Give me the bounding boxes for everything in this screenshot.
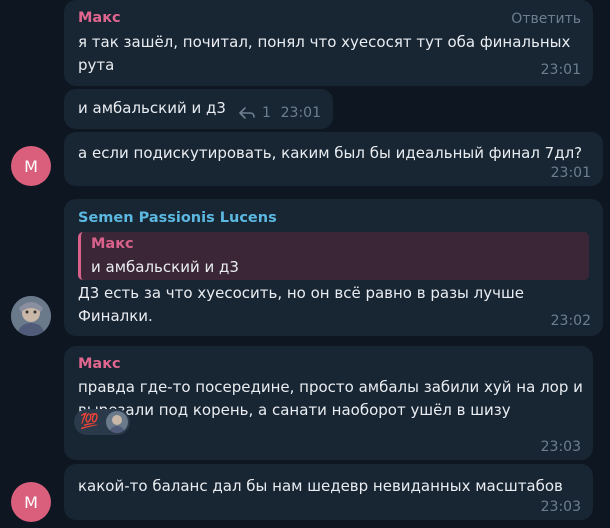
quote-sender: Макс [91, 236, 134, 252]
message-text-line-1: Д3 есть за что хуесосить, но он всё равн… [78, 284, 524, 302]
reaction[interactable]: 💯 [74, 409, 130, 435]
message-time: 23:01 [540, 62, 581, 78]
avatar[interactable]: M [11, 482, 51, 522]
message-text: а если подискутировать, каким был бы иде… [78, 144, 583, 162]
reply-button[interactable]: Ответить [511, 11, 581, 27]
message-bubble-6[interactable]: какой-то баланс дал бы нам шедевр невида… [64, 464, 593, 520]
sender-name[interactable]: Макс [78, 10, 121, 26]
message-bubble-2[interactable]: и амбальский и д3 1 23:01 [64, 89, 333, 129]
message-time: 23:01 [550, 165, 591, 181]
message-text-line-1: я так зашёл, почитал, понял что хуесосят… [78, 33, 571, 51]
message-time: 23:03 [540, 439, 581, 455]
avatar-letter: M [24, 492, 38, 512]
message-text-line-2: рута [78, 56, 115, 74]
message-bubble-5[interactable]: Макс правда где-то посередине, просто ам… [64, 346, 593, 460]
hundred-points-emoji: 💯 [80, 412, 99, 430]
message-bubble-4[interactable]: Semen Passionis Lucens Макс и амбальский… [64, 199, 603, 336]
message-time: 23:03 [540, 499, 581, 515]
reply-arrow-icon[interactable] [238, 105, 256, 119]
quote-text: и амбальский и д3 [91, 258, 239, 276]
avatar[interactable]: M [11, 146, 51, 186]
reply-count[interactable]: 1 [262, 105, 271, 121]
sender-name[interactable]: Макс [78, 356, 121, 372]
message-text: и амбальский и д3 [78, 99, 226, 117]
reply-quote[interactable]: Макс и амбальский и д3 [78, 232, 589, 280]
message-bubble-3[interactable]: а если подискутировать, каким был бы иде… [64, 132, 603, 186]
message-time: 23:01 [280, 105, 321, 121]
avatar-letter: M [24, 156, 38, 176]
reactor-avatar [106, 411, 128, 433]
avatar-image [11, 296, 51, 336]
message-time: 23:02 [550, 313, 591, 329]
message-bubble-1[interactable]: Макс Ответить я так зашёл, почитал, поня… [64, 0, 593, 86]
message-text-line-2: Финалки. [78, 307, 153, 325]
message-text-line-1: правда где-то посередине, просто амбалы … [78, 378, 583, 396]
message-text-line-2: вырезали под корень, а санати наоборот у… [78, 401, 511, 419]
avatar[interactable] [11, 296, 51, 336]
sender-name[interactable]: Semen Passionis Lucens [78, 210, 277, 226]
message-text: какой-то баланс дал бы нам шедевр невида… [78, 477, 563, 495]
